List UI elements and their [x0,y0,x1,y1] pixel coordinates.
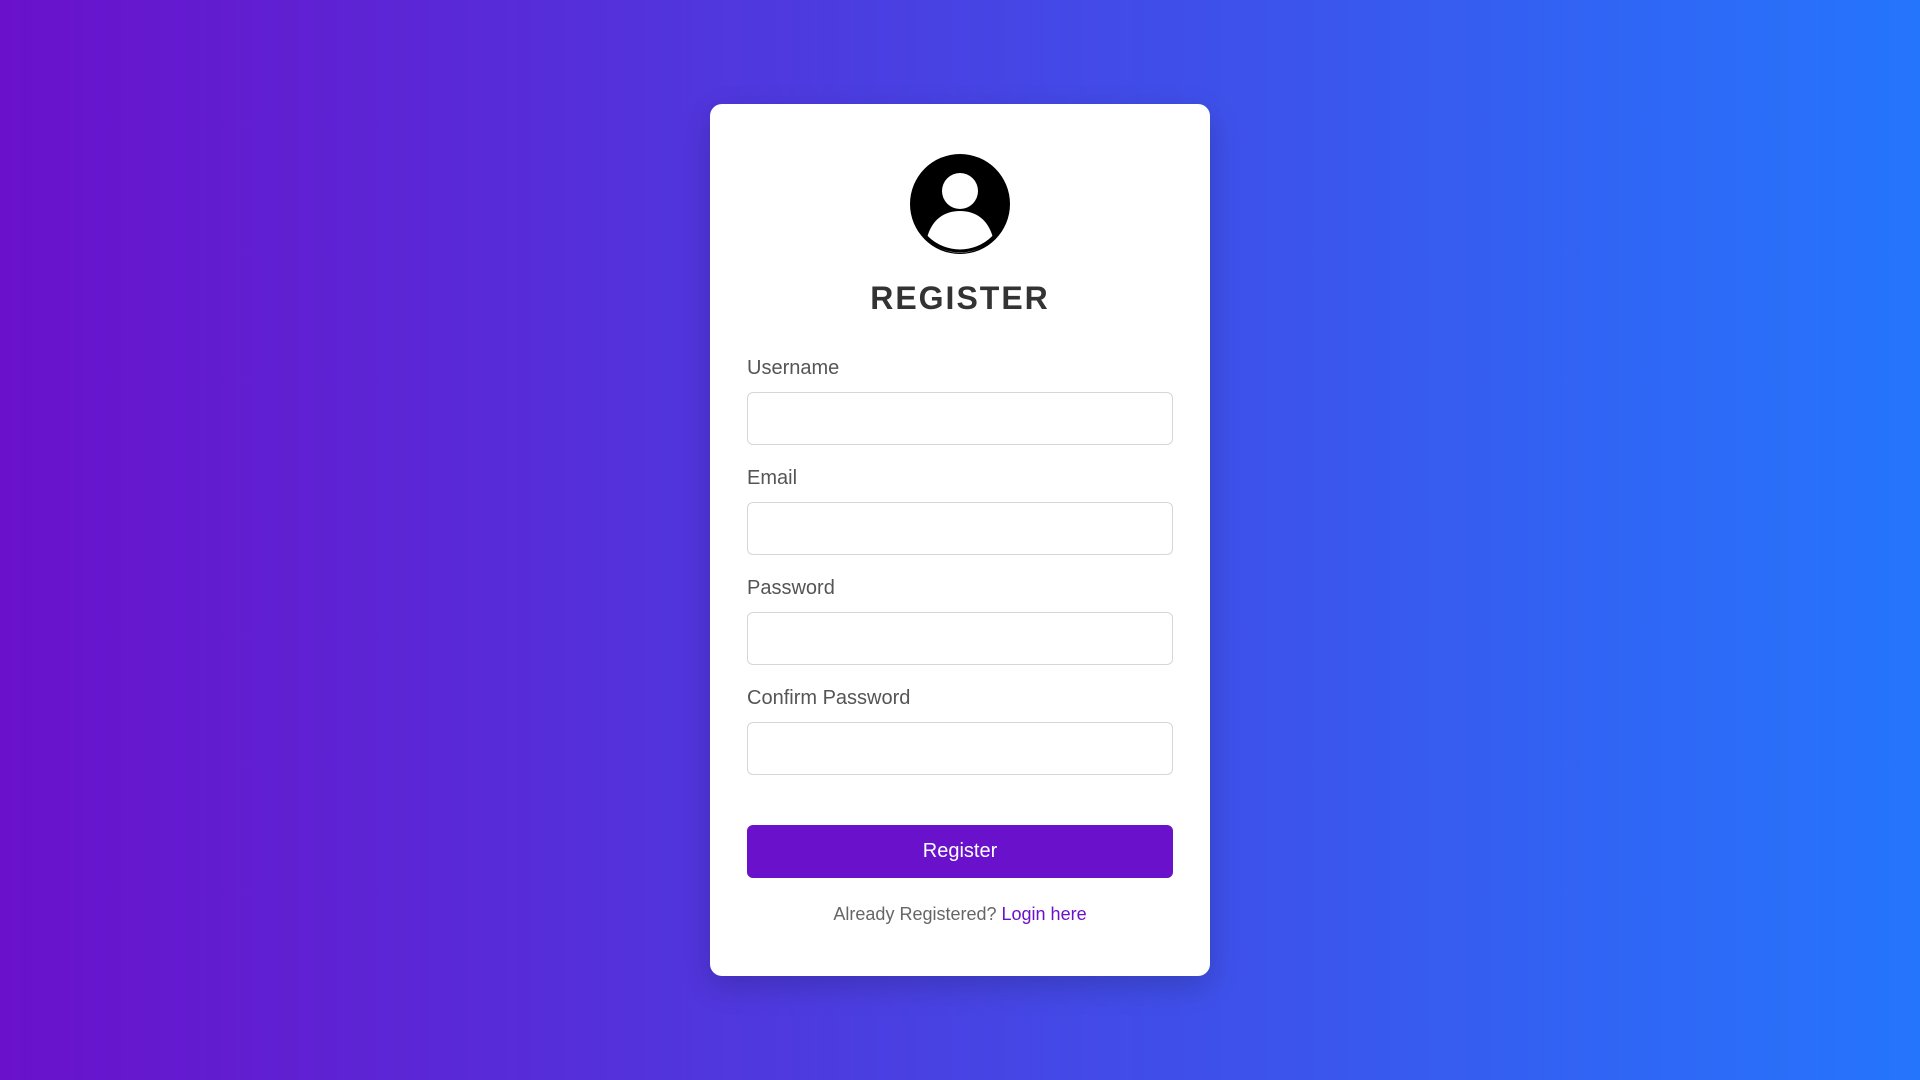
confirm-password-input[interactable] [747,722,1173,775]
already-registered-text: Already Registered? [833,904,997,924]
login-link[interactable]: Login here [1002,904,1087,924]
username-label: Username [747,357,840,379]
user-avatar-icon [910,154,1010,254]
email-input[interactable] [747,502,1173,555]
username-input[interactable] [747,392,1173,445]
register-card: REGISTER Username Email Password Confirm… [710,104,1210,976]
password-field-group: Password [747,577,1173,665]
email-label: Email [747,467,798,489]
login-prompt: Already Registered? Login here [747,904,1173,925]
register-form: Username Email Password Confirm Password… [747,357,1173,878]
password-input[interactable] [747,612,1173,665]
page-title: REGISTER [870,280,1050,316]
email-field-group: Email [747,467,1173,555]
confirm-password-field-group: Confirm Password [747,687,1173,775]
password-label: Password [747,577,835,599]
username-field-group: Username [747,357,1173,445]
confirm-password-label: Confirm Password [747,687,911,709]
register-button[interactable]: Register [747,825,1173,878]
